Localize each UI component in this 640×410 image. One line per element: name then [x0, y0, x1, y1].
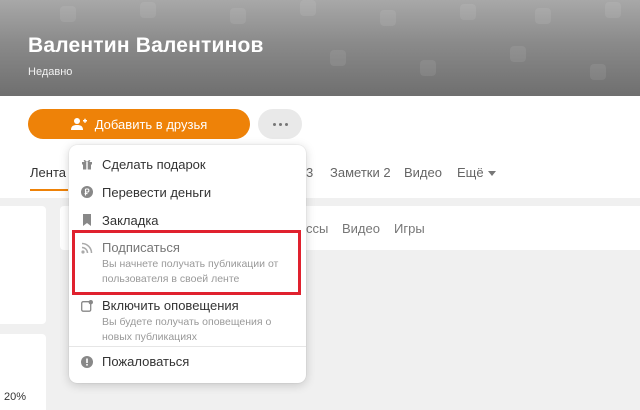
- menu-item-label: Подписаться: [102, 240, 180, 255]
- menu-item-label: Закладка: [102, 213, 159, 228]
- alert-icon: [81, 356, 93, 368]
- add-friend-label: Добавить в друзья: [94, 116, 208, 132]
- tab-video[interactable]: Видео: [404, 165, 442, 180]
- menu-item-label: Перевести деньги: [102, 185, 212, 200]
- more-options-menu: Сделать подарок Перевести деньги Закладк…: [69, 145, 306, 383]
- feed-filter-games[interactable]: Игры: [394, 221, 425, 236]
- chevron-down-icon: [487, 171, 496, 176]
- tab-more-label: Ещё: [457, 165, 484, 180]
- menu-item-report[interactable]: Пожаловаться: [69, 351, 306, 375]
- profile-last-seen: Недавно: [28, 66, 73, 78]
- menu-item-label: Сделать подарок: [102, 157, 206, 172]
- ruble-coin-icon: [81, 186, 93, 198]
- notification-icon: [81, 300, 93, 312]
- rss-icon: [81, 242, 93, 254]
- feed-filter-classes[interactable]: ссы: [306, 221, 328, 236]
- progress-percent: 20%: [4, 391, 27, 403]
- add-user-icon: [70, 118, 87, 130]
- left-sidebar-card: [0, 206, 46, 324]
- menu-item-bookmark[interactable]: Закладка: [69, 209, 306, 233]
- menu-item-label: Включить оповещения: [102, 298, 239, 313]
- menu-item-description: Вы начнете получать публикации от пользо…: [102, 258, 279, 285]
- menu-divider: [69, 346, 306, 347]
- menu-item-enable-notifications[interactable]: Включить оповещения Вы будете получать о…: [69, 295, 306, 347]
- bookmark-icon: [81, 214, 93, 226]
- menu-item-description: Вы будете получать оповещения о новых пу…: [102, 316, 272, 343]
- menu-item-label: Пожаловаться: [102, 354, 190, 369]
- tab-notes[interactable]: Заметки 2: [330, 165, 391, 180]
- profile-name: Валентин Валентинов: [28, 34, 264, 57]
- tab-partial-count[interactable]: 3: [306, 165, 313, 180]
- add-friend-button[interactable]: Добавить в друзья: [28, 109, 250, 139]
- tab-more[interactable]: Ещё: [457, 165, 496, 180]
- menu-item-subscribe[interactable]: Подписаться Вы начнете получать публикац…: [69, 237, 306, 291]
- active-tab-indicator: [30, 189, 68, 191]
- profile-cover: Валентин Валентинов Недавно: [0, 0, 640, 96]
- menu-item-gift[interactable]: Сделать подарок: [69, 153, 306, 177]
- ellipsis-icon: [272, 122, 276, 126]
- tab-feed[interactable]: Лента: [30, 165, 66, 180]
- gift-icon: [81, 158, 93, 170]
- more-options-button[interactable]: [258, 109, 302, 139]
- menu-item-transfer-money[interactable]: Перевести деньги: [69, 181, 306, 205]
- feed-filter-video[interactable]: Видео: [342, 221, 380, 236]
